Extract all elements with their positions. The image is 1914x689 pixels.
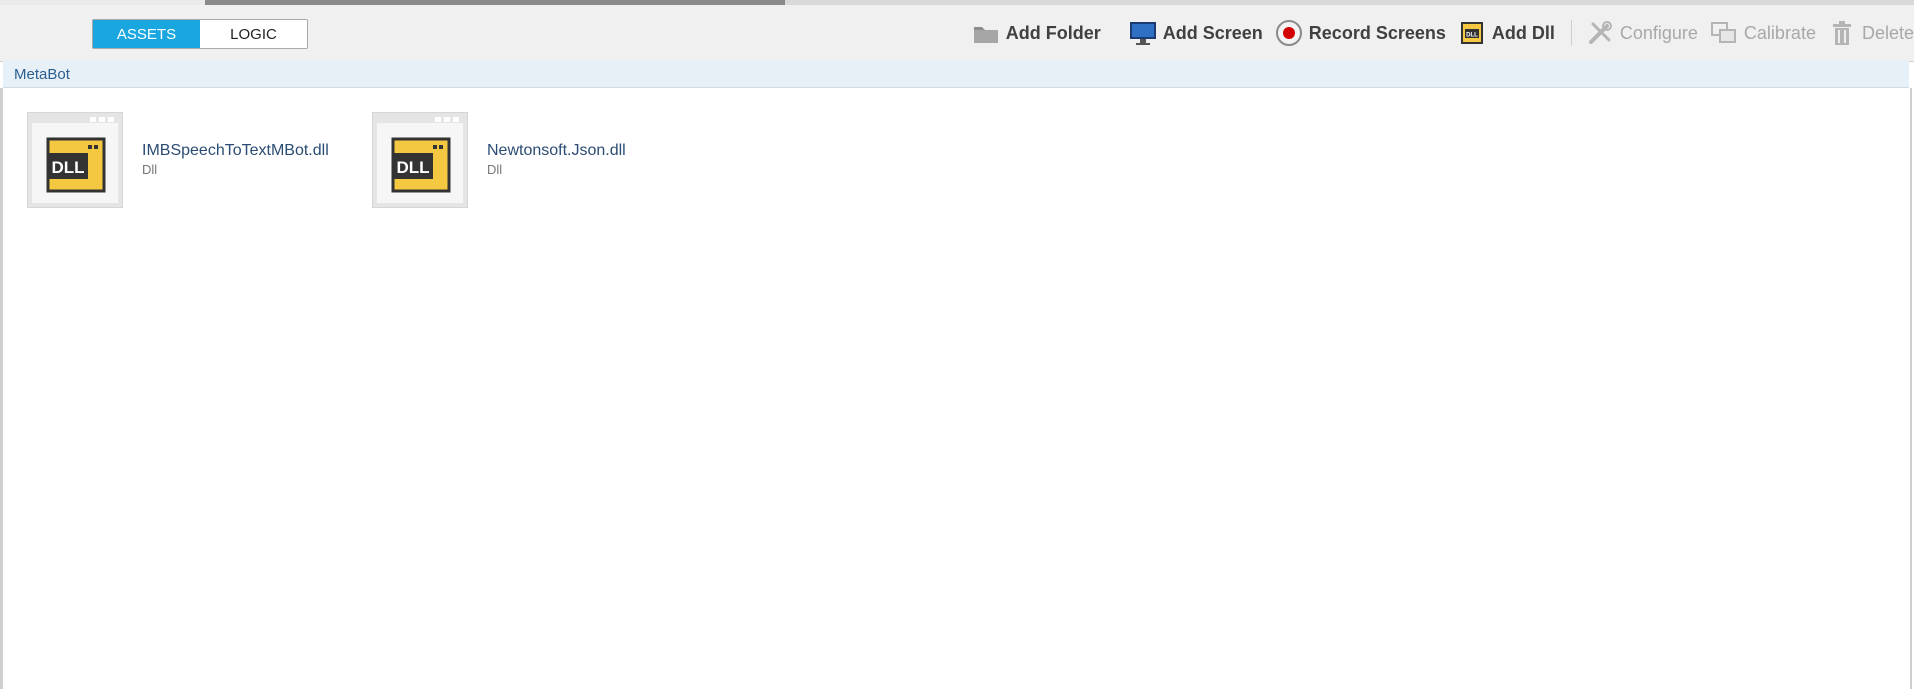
file-name: Newtonsoft.Json.dll [487, 142, 626, 159]
monitor-icon [1129, 19, 1157, 47]
file-list: DLL IMBSpeechToTextMBot.dll Dll DLL Newt… [27, 112, 717, 208]
add-folder-button[interactable]: Add Folder [972, 19, 1101, 47]
add-dll-button[interactable]: DLL Add Dll [1458, 19, 1555, 47]
window-dots-icon [90, 117, 114, 122]
tools-icon [1586, 19, 1614, 47]
svg-text:DLL: DLL [396, 158, 429, 177]
svg-text:DLL: DLL [1466, 33, 1478, 39]
toolbar-actions: Add Folder Add Screen Record Screens DLL… [972, 5, 1914, 61]
file-item[interactable]: DLL IMBSpeechToTextMBot.dll Dll [27, 112, 372, 208]
calibrate-icon [1710, 19, 1738, 47]
dll-file-icon: DLL [391, 137, 451, 193]
configure-label: Configure [1619, 22, 1698, 43]
record-icon [1275, 19, 1303, 47]
dll-file-icon: DLL [46, 137, 106, 193]
trash-icon [1828, 19, 1856, 47]
file-name: IMBSpeechToTextMBot.dll [142, 142, 329, 159]
delete-label: Delete [1861, 22, 1914, 43]
view-toggle: ASSETS LOGIC [92, 19, 308, 49]
record-screens-label: Record Screens [1308, 22, 1446, 43]
folder-icon [972, 19, 1000, 47]
svg-text:DLL: DLL [51, 158, 84, 177]
add-dll-label: Add Dll [1491, 22, 1555, 43]
add-screen-label: Add Screen [1162, 22, 1263, 43]
file-thumbnail: DLL [372, 112, 468, 208]
add-screen-button[interactable]: Add Screen [1129, 19, 1263, 47]
assets-tab[interactable]: ASSETS [93, 20, 200, 48]
dll-icon: DLL [1458, 19, 1486, 47]
file-item[interactable]: DLL Newtonsoft.Json.dll Dll [372, 112, 717, 208]
record-screens-button[interactable]: Record Screens [1275, 19, 1446, 47]
toolbar-separator [1570, 20, 1572, 46]
file-type: Dll [142, 162, 158, 177]
logic-tab[interactable]: LOGIC [200, 20, 307, 48]
calibrate-label: Calibrate [1743, 22, 1816, 43]
calibrate-button[interactable]: Calibrate [1710, 19, 1816, 47]
breadcrumb: MetaBot [3, 61, 1909, 88]
assets-panel: DLL IMBSpeechToTextMBot.dll Dll DLL Newt… [0, 88, 1912, 689]
file-type: Dll [487, 162, 503, 177]
delete-button[interactable]: Delete [1828, 19, 1914, 47]
configure-button[interactable]: Configure [1586, 19, 1698, 47]
breadcrumb-item-metabot[interactable]: MetaBot [14, 66, 70, 83]
window-dots-icon [435, 117, 459, 122]
add-folder-label: Add Folder [1005, 22, 1101, 43]
file-thumbnail: DLL [27, 112, 123, 208]
